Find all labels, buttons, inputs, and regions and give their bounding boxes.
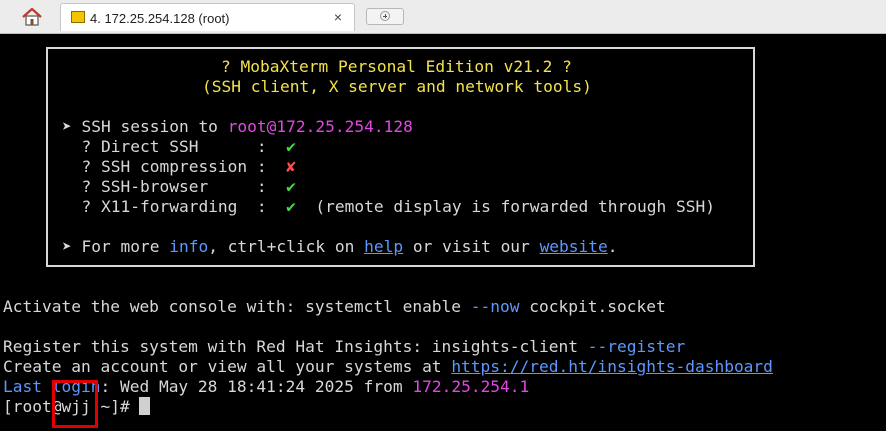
- home-button[interactable]: [13, 4, 51, 29]
- new-tab-button[interactable]: [366, 8, 404, 25]
- create-account-line: Create an account or view all your syste…: [3, 357, 773, 377]
- tab-close-icon[interactable]: ×: [334, 9, 342, 25]
- text-cursor: [139, 397, 151, 415]
- activate-suffix: cockpit.socket: [519, 297, 666, 316]
- option-label: ? SSH-browser :: [62, 177, 287, 196]
- option-ssh-browser: ? SSH-browser : ✔: [62, 177, 296, 197]
- tab-label: 4. 172.25.254.128 (root): [90, 11, 230, 26]
- more-info-line: ➤ For more info, ctrl+click on help or v…: [62, 237, 618, 257]
- banner-subtitle: (SSH client, X server and network tools): [202, 77, 592, 96]
- last-login-ip: 172.25.254.1: [412, 377, 530, 396]
- register-line: Register this system with Red Hat Insigh…: [3, 337, 685, 357]
- tab-ssh-session[interactable]: 4. 172.25.254.128 (root) ×: [60, 3, 355, 31]
- option-label: ? Direct SSH :: [62, 137, 287, 156]
- check-icon: ✔: [286, 197, 296, 216]
- banner-title: ? MobaXterm Personal Edition v21.2 ?: [221, 57, 572, 76]
- plus-icon: [380, 11, 390, 21]
- more-prefix: ➤ For more: [62, 237, 170, 256]
- register-prefix: Register this system with Red Hat Insigh…: [3, 337, 588, 356]
- website-link[interactable]: website: [540, 237, 608, 256]
- register-flag: --register: [587, 337, 686, 356]
- last-login-text: : Wed May 28 18:41:24 2025 from: [100, 377, 413, 396]
- terminal-output[interactable]: ? MobaXterm Personal Edition v21.2 ? (SS…: [0, 34, 886, 431]
- check-icon: ✔: [286, 177, 296, 196]
- option-ssh-compression: ? SSH compression : ✘: [62, 157, 296, 177]
- cross-icon: ✘: [286, 157, 296, 176]
- info-link[interactable]: info: [169, 237, 208, 256]
- more-text: , ctrl+click on: [208, 237, 365, 256]
- option-direct-ssh: ? Direct SSH : ✔: [62, 137, 296, 157]
- option-label: ? X11-forwarding :: [62, 197, 287, 216]
- insights-dashboard-link[interactable]: https://red.ht/insights-dashboard: [451, 357, 773, 376]
- option-note: (remote display is forwarded through SSH…: [295, 197, 715, 216]
- activate-console-line: Activate the web console with: systemctl…: [3, 297, 666, 317]
- more-text: .: [607, 237, 618, 256]
- activate-prefix: Activate the web console with: systemctl…: [3, 297, 471, 316]
- terminal-tab-icon: [71, 11, 85, 23]
- session-target: root@172.25.254.128: [227, 117, 413, 136]
- help-link[interactable]: help: [364, 237, 403, 256]
- create-prefix: Create an account or view all your syste…: [3, 357, 452, 376]
- option-x11-forwarding: ? X11-forwarding : ✔ (remote display is …: [62, 197, 715, 217]
- tab-bar: 4. 172.25.254.128 (root) ×: [0, 0, 886, 34]
- more-text: or visit our: [403, 237, 540, 256]
- home-icon: [22, 7, 42, 26]
- check-icon: ✔: [286, 137, 296, 156]
- annotation-highlight-box: [52, 380, 98, 428]
- welcome-banner: ? MobaXterm Personal Edition v21.2 ? (SS…: [46, 47, 755, 267]
- now-flag: --now: [470, 297, 520, 316]
- session-prefix: ➤ SSH session to: [62, 117, 228, 136]
- ssh-session-line: ➤ SSH session to root@172.25.254.128: [62, 117, 413, 137]
- option-label: ? SSH compression :: [62, 157, 287, 176]
